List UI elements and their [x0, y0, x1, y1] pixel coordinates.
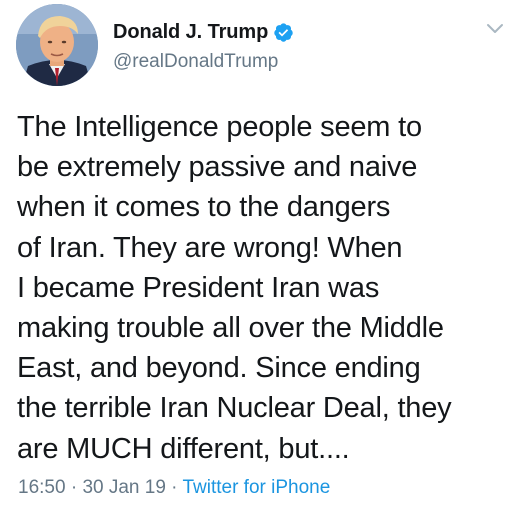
author-handle[interactable]: @realDonaldTrump — [113, 51, 278, 73]
verified-badge-icon — [273, 22, 294, 43]
meta-separator: · — [65, 477, 83, 498]
tweet-card: Donald J. Trump @realDonaldTrump The Int… — [0, 0, 520, 508]
author-name-row: Donald J. Trump — [113, 19, 294, 45]
tweet-time[interactable]: 16:50 — [18, 477, 66, 498]
author-avatar[interactable] — [16, 4, 98, 86]
chevron-down-icon[interactable] — [486, 22, 504, 34]
avatar-image — [16, 4, 98, 86]
tweet-metadata: 16:50 · 30 Jan 19 · Twitter for iPhone — [18, 477, 330, 499]
tweet-text: The Intelligence people seem to be extre… — [17, 111, 452, 465]
tweet-date[interactable]: 30 Jan 19 — [82, 477, 165, 498]
tweet-source-link[interactable]: Twitter for iPhone — [182, 477, 330, 498]
meta-separator: · — [165, 477, 183, 498]
display-name[interactable]: Donald J. Trump — [113, 21, 268, 44]
